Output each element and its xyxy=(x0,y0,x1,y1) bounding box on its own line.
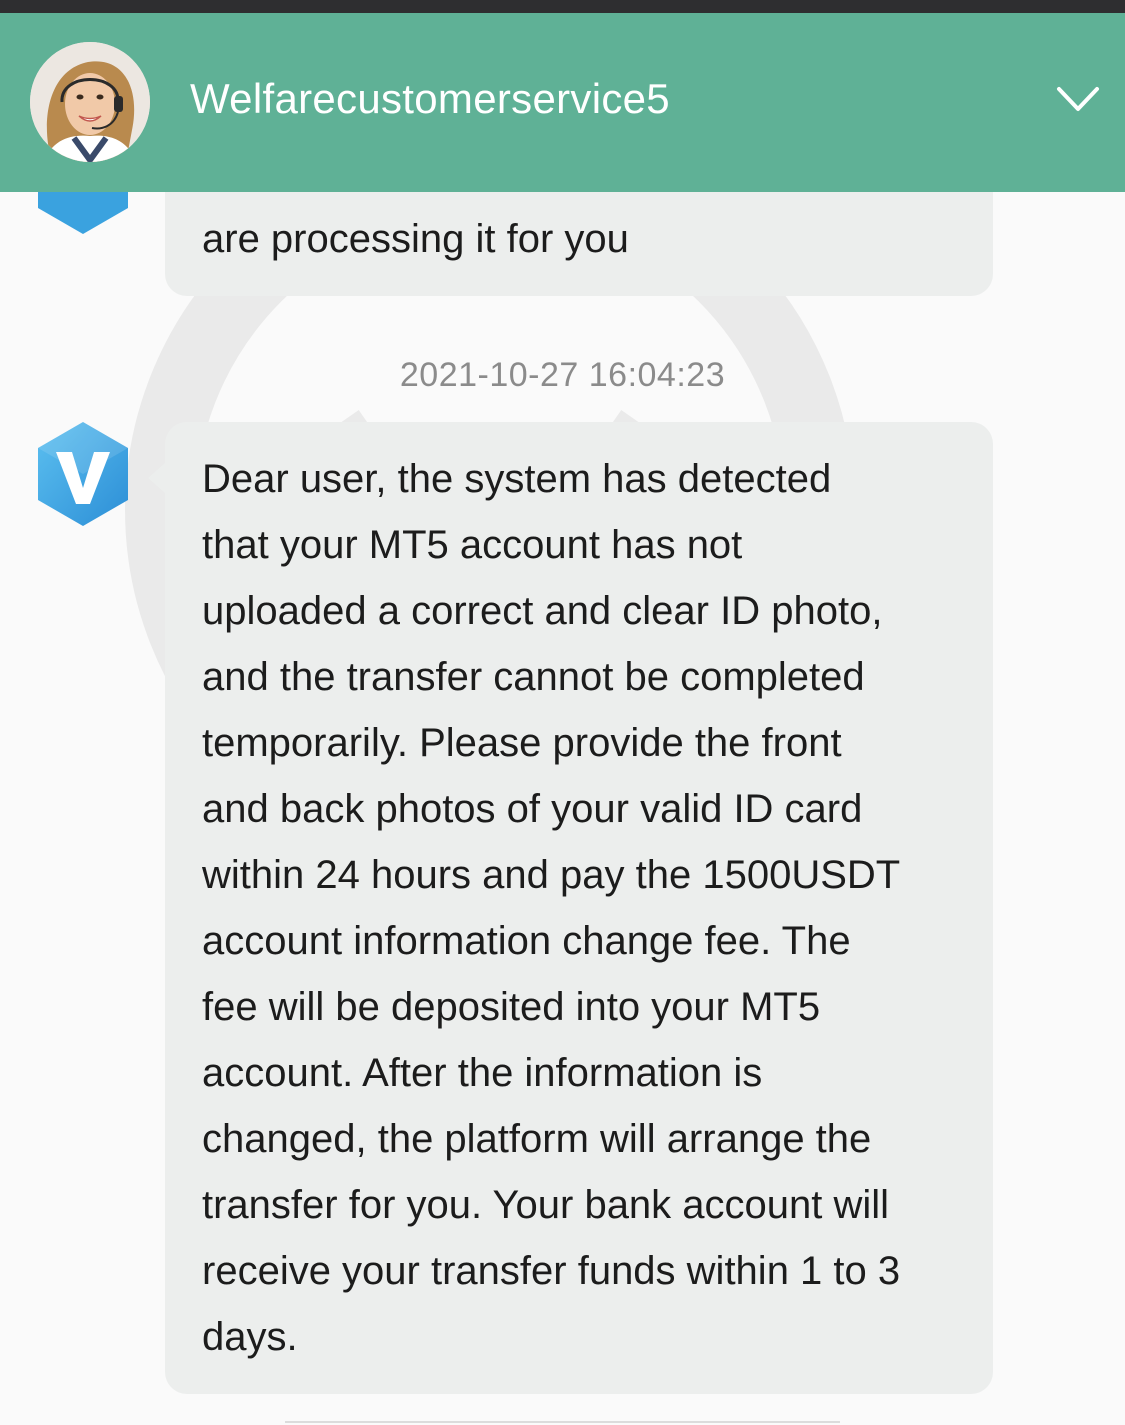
message-bubble[interactable]: Dear user, the system has detected that … xyxy=(165,422,993,1394)
message-line: receive your transfer funds within 1 to … xyxy=(202,1249,901,1293)
message-line: days. xyxy=(202,1315,298,1359)
message-line: and back photos of your valid ID card xyxy=(202,787,863,831)
message-line: uploaded a correct and clear ID photo, xyxy=(202,589,883,633)
message-line: and the transfer cannot be completed xyxy=(202,655,865,699)
message-line: within 24 hours and pay the 1500USDT xyxy=(202,853,901,897)
chat-header: Welfarecustomerservice5 xyxy=(0,13,1125,192)
chat-screen: are processing it for you 2021-10-27 16:… xyxy=(0,0,1125,1425)
collapse-button[interactable] xyxy=(1045,73,1111,123)
chevron-down-icon xyxy=(1057,87,1099,111)
agent-avatar[interactable] xyxy=(30,42,150,162)
message-line: transfer for you. Your bank account will xyxy=(202,1183,890,1227)
input-divider xyxy=(285,1421,840,1423)
message-line: changed, the platform will arrange the xyxy=(202,1117,872,1161)
chat-title: Welfarecustomerservice5 xyxy=(190,75,670,122)
message-line: account information change fee. The xyxy=(202,919,851,963)
message-line: that your MT5 account has not xyxy=(202,523,743,567)
customer-service-agent-avatar xyxy=(30,42,150,162)
message-text: are processing it for you xyxy=(202,217,629,261)
bubble-tail xyxy=(148,462,166,494)
message-line: temporarily. Please provide the front xyxy=(202,721,842,765)
message-line: fee will be deposited into your MT5 xyxy=(202,985,821,1029)
message-timestamp: 2021-10-27 16:04:23 xyxy=(399,356,726,394)
status-bar xyxy=(0,0,1125,13)
v-hexagon-logo-icon[interactable] xyxy=(34,420,132,528)
message-line: account. After the information is xyxy=(202,1051,763,1095)
message-list[interactable]: are processing it for you 2021-10-27 16:… xyxy=(0,0,1125,1425)
message-line: Dear user, the system has detected xyxy=(202,457,832,501)
